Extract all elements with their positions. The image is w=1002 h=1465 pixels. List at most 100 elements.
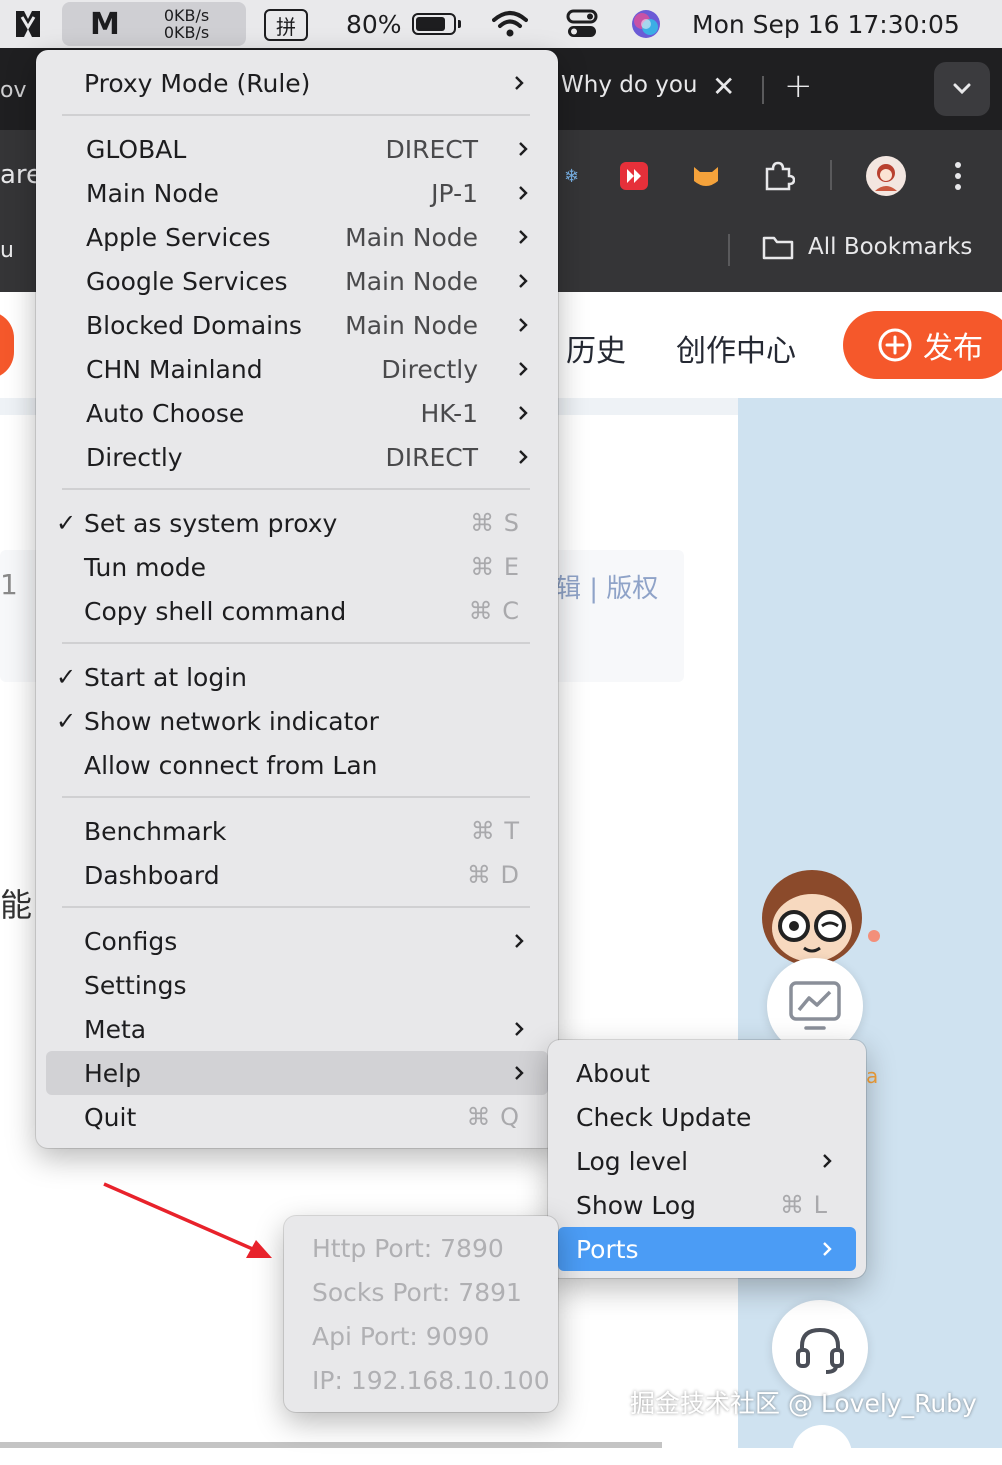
browser-tab-title[interactable]: Why do you [561, 72, 701, 98]
siri-icon[interactable] [630, 0, 662, 48]
start-login-label: Start at login [84, 662, 247, 692]
all-bookmarks-button[interactable]: All Bookmarks [762, 234, 972, 260]
proxy-group-value: Main Node [345, 222, 478, 252]
menu-item-copy-shell[interactable]: Copy shell command ⌘ C [46, 589, 548, 633]
tab-close-icon[interactable]: ✕ [712, 70, 735, 103]
menu-item-benchmark[interactable]: Benchmark ⌘ T [46, 809, 548, 853]
menu-item-show-log[interactable]: Show Log ⌘ L [558, 1183, 856, 1227]
support-float-button[interactable] [772, 1300, 868, 1396]
text-fragment: 能 [0, 886, 33, 924]
quit-label: Quit [84, 1102, 137, 1132]
profile-avatar[interactable] [864, 154, 908, 198]
extensions-puzzle-icon[interactable] [760, 158, 796, 194]
more-menu-icon[interactable] [940, 158, 976, 194]
menu-item-check-update[interactable]: Check Update [558, 1095, 856, 1139]
shortcut-label: ⌘ E [470, 553, 520, 581]
menu-item-about[interactable]: About [558, 1051, 856, 1095]
proxy-group-label: Blocked Domains [86, 310, 302, 340]
network-speed-indicator: 0KB/s 0KB/s [164, 7, 209, 41]
menu-item-allow-lan[interactable]: Allow connect from Lan [46, 743, 548, 787]
nav-creator-center[interactable]: 创作中心 [676, 326, 796, 370]
check-update-label: Check Update [576, 1102, 752, 1132]
menu-item-dashboard[interactable]: Dashboard ⌘ D [46, 853, 548, 897]
proxy-group-chn[interactable]: CHN Mainland Directly [46, 347, 548, 391]
net-download-speed: 0KB/s [163, 23, 210, 42]
checkmark-icon: ✓ [56, 509, 77, 537]
menu-item-help[interactable]: Help [46, 1051, 548, 1095]
menu-item-quit[interactable]: Quit ⌘ Q [46, 1095, 548, 1139]
menu-item-ports[interactable]: Ports [558, 1227, 856, 1271]
extension-media-icon[interactable] [616, 158, 652, 194]
menu-bar: M 0KB/s 0KB/s 拼 80% Mon Sep 16 17:30:05 [0, 0, 1002, 48]
copy-shell-label: Copy shell command [84, 596, 347, 626]
proxy-group-value: DIRECT [385, 442, 478, 472]
menu-item-log-level[interactable]: Log level [558, 1139, 856, 1183]
meta-label: Meta [84, 1014, 147, 1044]
chevron-right-icon [823, 1154, 832, 1168]
wifi-icon[interactable] [492, 0, 528, 48]
proxy-group-directly[interactable]: Directly DIRECT [46, 435, 548, 479]
article-links[interactable]: 辑 | 版权 [555, 568, 658, 605]
extension-cat-icon[interactable] [688, 158, 724, 194]
proxy-group-google[interactable]: Google Services Main Node [46, 259, 548, 303]
chevron-right-icon [515, 934, 524, 948]
chart-icon [789, 981, 841, 1030]
watermark-text: 掘金技术社区 @ Lovely_Ruby [630, 1389, 977, 1418]
menu-item-start-login[interactable]: ✓ Start at login [46, 655, 548, 699]
proxy-group-apple[interactable]: Apple Services Main Node [46, 215, 548, 259]
proxy-mode-label: Proxy Mode (Rule) [84, 68, 311, 98]
text-fragment: 1 [0, 568, 18, 601]
app-logo-icon[interactable] [14, 0, 42, 48]
all-bookmarks-label: All Bookmarks [808, 234, 973, 260]
socks-port-item: Socks Port: 7891 [312, 1278, 522, 1307]
page-scrollbar[interactable] [0, 1442, 662, 1448]
publish-button[interactable]: 发布 [843, 311, 1002, 379]
proxy-group-value: HK-1 [420, 398, 479, 428]
tab-search-button[interactable] [934, 62, 990, 116]
toolbar-separator [830, 160, 832, 190]
menu-item-network-indicator[interactable]: ✓ Show network indicator [46, 699, 548, 743]
http-port-item: Http Port: 7890 [312, 1234, 504, 1263]
nav-history[interactable]: 历史 [566, 326, 626, 370]
bookmarks-separator [728, 234, 730, 266]
proxy-group-auto[interactable]: Auto Choose HK-1 [46, 391, 548, 435]
allow-lan-label: Allow connect from Lan [84, 750, 378, 780]
configs-label: Configs [84, 926, 178, 956]
chevron-right-icon [519, 274, 528, 288]
help-label: Help [84, 1058, 141, 1088]
input-source-indicator[interactable]: 拼 [264, 9, 308, 41]
chevron-right-icon [515, 76, 524, 90]
battery-status[interactable]: 80% [346, 0, 461, 48]
chevron-right-icon [519, 186, 528, 200]
checkmark-icon: ✓ [56, 663, 77, 691]
menu-item-settings[interactable]: Settings [46, 963, 548, 1007]
proxy-group-global[interactable]: GLOBAL DIRECT [46, 127, 548, 171]
shortcut-label: ⌘ L [780, 1191, 828, 1219]
proxy-group-main-node[interactable]: Main Node JP-1 [46, 171, 548, 215]
clash-dropdown-menu: Proxy Mode (Rule) GLOBAL DIRECT Main Nod… [36, 50, 558, 1148]
chevron-right-icon [519, 362, 528, 376]
proxy-group-blocked[interactable]: Blocked Domains Main Node [46, 303, 548, 347]
menu-item-tun-mode[interactable]: Tun mode ⌘ E [46, 545, 548, 589]
battery-percent: 80% [346, 9, 402, 39]
chevron-right-icon [823, 1242, 832, 1256]
clash-status-item[interactable]: M 0KB/s 0KB/s [62, 2, 246, 46]
proxy-group-value: DIRECT [385, 134, 478, 164]
menu-item-proxy-mode[interactable]: Proxy Mode (Rule) [46, 61, 548, 105]
menu-separator [62, 796, 530, 798]
chevron-right-icon [519, 450, 528, 464]
menu-item-system-proxy[interactable]: ✓ Set as system proxy ⌘ S [46, 501, 548, 545]
proxy-group-label: GLOBAL [86, 134, 187, 164]
menu-item-meta[interactable]: Meta [46, 1007, 548, 1051]
menu-separator [62, 488, 530, 490]
extension-snowflake-icon[interactable]: ❄ [556, 158, 592, 194]
benchmark-label: Benchmark [84, 816, 227, 846]
control-center-icon[interactable] [566, 0, 598, 48]
ports-submenu: Http Port: 7890 Socks Port: 7891 Api Por… [284, 1216, 558, 1412]
proxy-group-value: JP-1 [431, 178, 478, 208]
menu-item-configs[interactable]: Configs [46, 919, 548, 963]
clock-datetime[interactable]: Mon Sep 16 17:30:05 [692, 0, 960, 48]
new-tab-icon[interactable]: + [784, 66, 813, 106]
tab-fragment: ov [0, 78, 27, 103]
shortcut-label: ⌘ T [470, 817, 520, 845]
